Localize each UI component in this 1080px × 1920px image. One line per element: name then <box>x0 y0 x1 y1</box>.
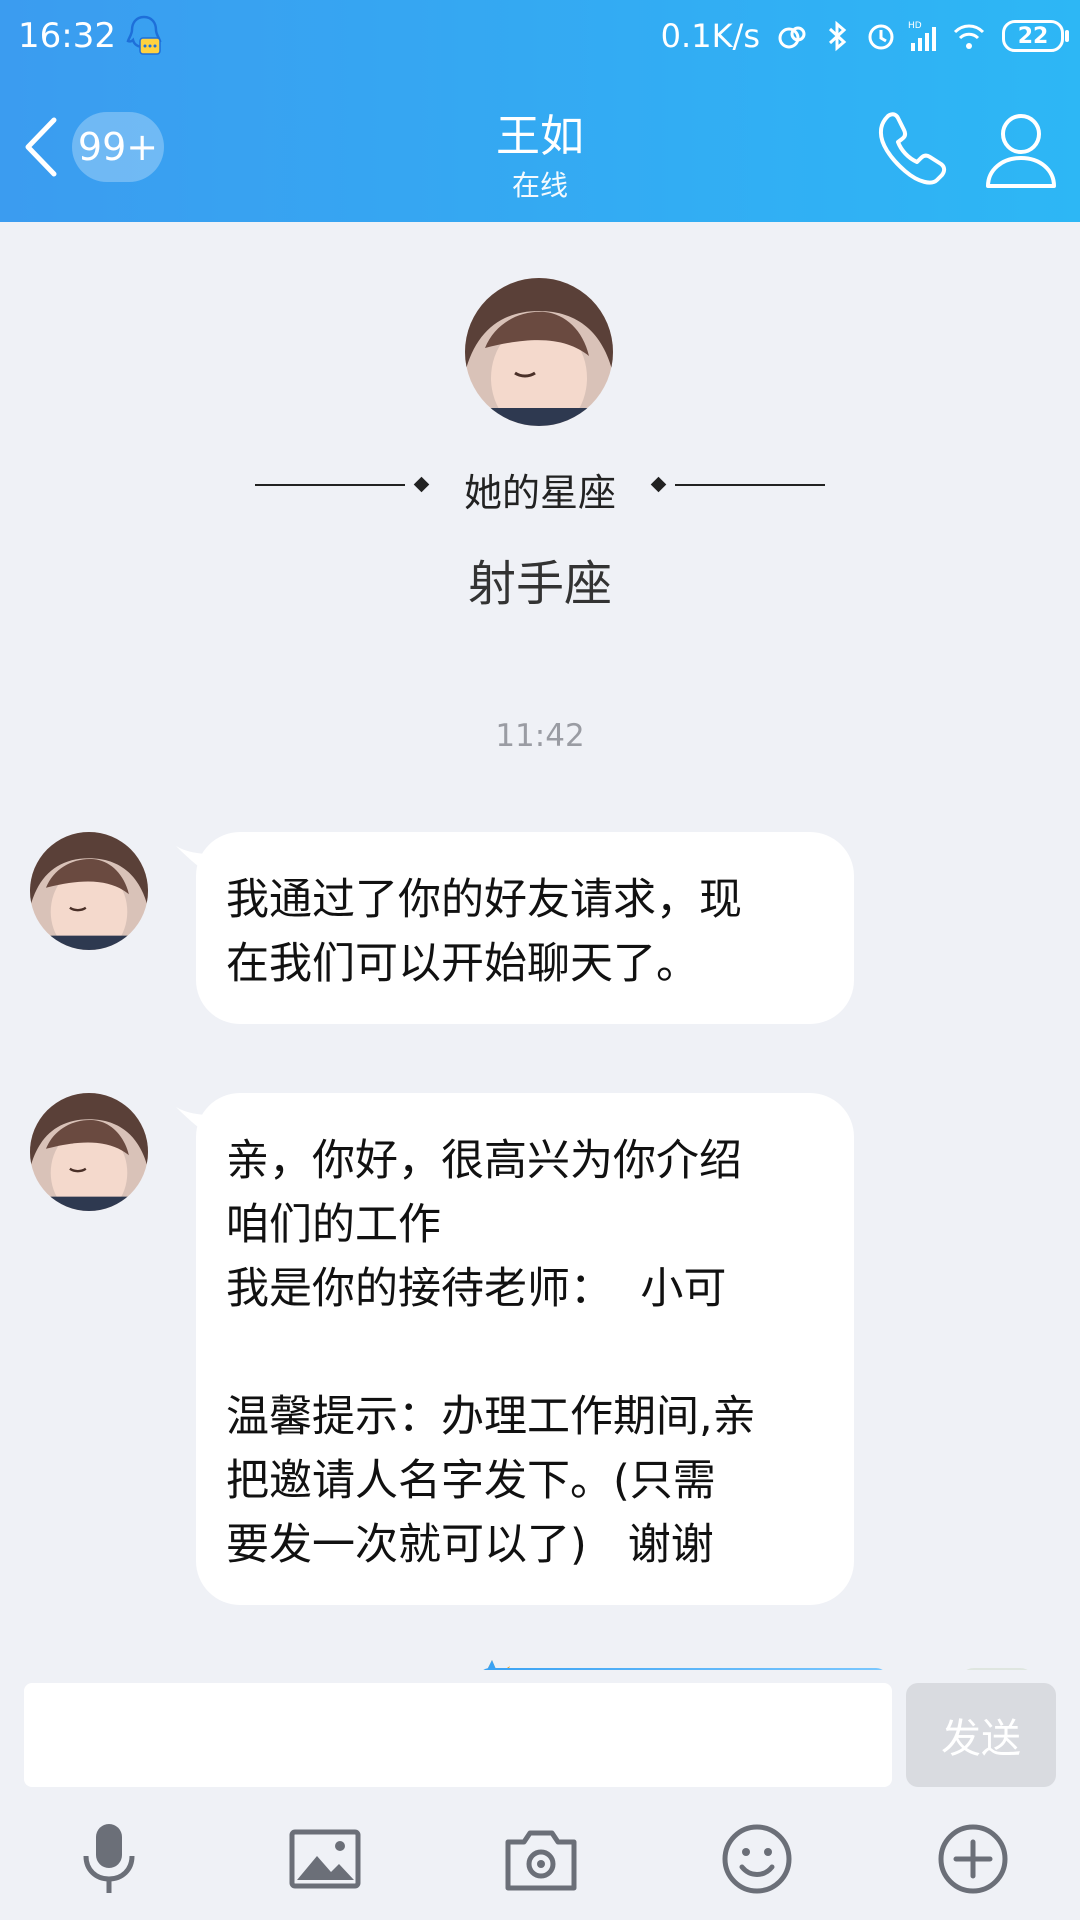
sender-avatar[interactable] <box>30 832 148 950</box>
battery-level: 22 <box>1017 23 1049 49</box>
status-time: 16:32 <box>18 16 116 56</box>
alarm-icon <box>868 24 894 50</box>
message-bubble[interactable]: 我通过了你的好友请求，现 在我们可以开始聊天了。 <box>196 832 854 1024</box>
qq-notify-icon <box>126 15 162 55</box>
bluetooth-icon <box>828 20 847 52</box>
emoji-icon[interactable] <box>720 1822 794 1896</box>
microphone-icon[interactable] <box>72 1822 146 1896</box>
battery-icon: 22 <box>1002 20 1069 52</box>
send-button[interactable]: 发送 <box>906 1683 1056 1787</box>
constellation-divider: 她的星座 <box>255 462 825 515</box>
camera-icon[interactable] <box>504 1822 578 1896</box>
wifi-icon <box>953 24 985 49</box>
status-bar: 16:32 0.1K/s HD 22 <box>0 0 1080 75</box>
message-bubble[interactable]: 亲，你好，很高兴为你介绍 咱们的工作 我是你的接待老师： 小可 温馨提示：办理工… <box>196 1093 854 1605</box>
link-icon <box>778 26 806 49</box>
contact-avatar[interactable] <box>465 278 613 426</box>
chat-header: 16:32 0.1K/s HD 22 99+ 王如 在线 <box>0 0 1080 222</box>
message-timestamp: 11:42 <box>495 718 585 754</box>
signal-icon: HD <box>908 21 936 51</box>
message-input[interactable] <box>24 1683 892 1787</box>
plus-icon[interactable] <box>936 1822 1010 1896</box>
sender-avatar[interactable] <box>30 1093 148 1211</box>
divider-line-right <box>675 484 825 486</box>
constellation-title: 她的星座 <box>463 471 616 515</box>
constellation-value: 射手座 <box>467 556 612 612</box>
image-icon[interactable] <box>288 1822 362 1896</box>
net-speed: 0.1K/s <box>660 17 760 55</box>
svg-text:HD: HD <box>908 21 922 31</box>
status-icons: 0.1K/s HD 22 <box>660 14 1069 58</box>
phone-icon[interactable] <box>868 106 954 192</box>
profile-icon[interactable] <box>978 106 1064 192</box>
